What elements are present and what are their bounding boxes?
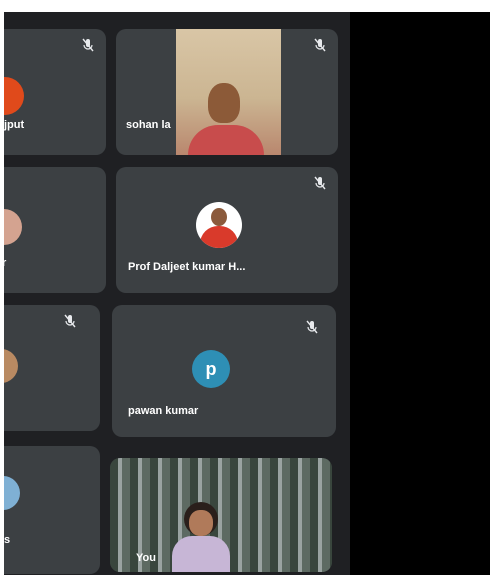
avatar-head [211,208,227,226]
participant-tile-6[interactable]: p pawan kumar [112,305,336,437]
participant-body [188,125,264,155]
avatar-photo [4,476,20,510]
participant-tile-1[interactable]: jput [4,29,106,155]
participant-name: You [136,552,156,564]
participant-face [189,510,213,536]
empty-panel [360,12,490,575]
participant-head [208,83,240,123]
mic-off-icon [306,320,318,334]
participant-tile-4[interactable]: Prof Daljeet kumar H... [116,167,338,293]
avatar-photo [4,349,18,383]
avatar-photo [4,209,22,245]
letter-avatar: p [192,350,230,388]
participant-tile-8[interactable]: You [110,458,332,572]
participant-tile-5[interactable] [4,305,100,431]
participant-name: s [4,534,11,546]
participant-tile-3[interactable]: r [4,167,106,293]
participant-body [172,536,230,572]
participant-grid: jput sohan la r Prof Daljeet kumar H... … [4,12,350,575]
participant-tile-2[interactable]: sohan la [116,29,338,155]
mic-off-icon [82,38,94,52]
participant-name: jput [4,119,25,131]
participant-tile-7[interactable]: s [4,446,100,574]
avatar-orange [4,77,24,115]
avatar-body [200,226,238,248]
participant-name: sohan la [126,119,171,131]
mic-off-icon [314,38,326,52]
participant-name: pawan kumar [128,405,199,417]
mic-off-icon [314,176,326,190]
participant-name: Prof Daljeet kumar H... [128,261,246,273]
participant-video [176,29,281,155]
mic-off-icon [64,314,76,328]
avatar-photo [196,202,242,248]
meeting-window: jput sohan la r Prof Daljeet kumar H... … [4,12,490,575]
participant-name: r [4,257,7,269]
